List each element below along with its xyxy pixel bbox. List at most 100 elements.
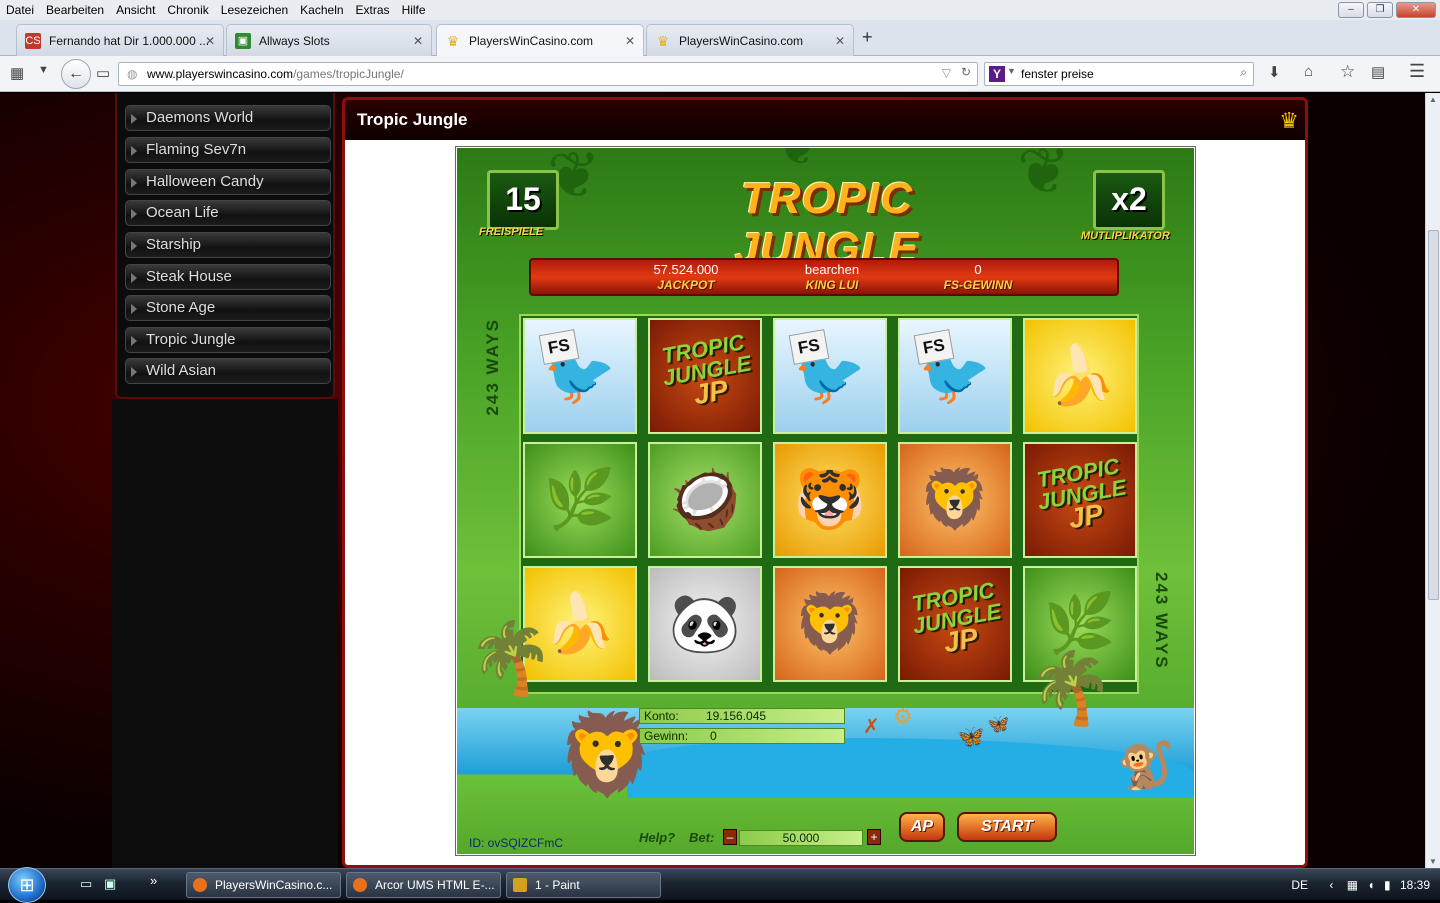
tiger-icon: 🐯 <box>793 467 867 532</box>
globe-icon: ◍ <box>127 67 138 81</box>
more-icon[interactable]: » <box>150 873 157 888</box>
slot-game[interactable]: ❦ ❦ ❦ 15 FREISPIELE x2 MUTLIPLIKATOR TRO… <box>457 148 1194 854</box>
reload-icon[interactable]: ↻ <box>961 65 971 79</box>
tab-close-icon[interactable]: ✕ <box>205 34 215 48</box>
scroll-down-icon[interactable]: ▼ <box>1429 857 1437 866</box>
autoplay-button[interactable]: AP <box>899 812 945 842</box>
tab-close-icon[interactable]: ✕ <box>835 34 845 48</box>
chevron-down-icon[interactable]: ▼ <box>38 64 49 76</box>
reading-list-icon[interactable]: ▤ <box>1371 63 1385 81</box>
language-indicator[interactable]: DE <box>1291 878 1308 892</box>
game-link-flaming-sev7n[interactable]: Flaming Sev7n <box>125 137 331 163</box>
scroll-up-icon[interactable]: ▲ <box>1429 95 1437 104</box>
game-link-halloween-candy[interactable]: Halloween Candy <box>125 169 331 195</box>
menu-chronik[interactable]: Chronik <box>161 3 214 17</box>
show-desktop-icon[interactable]: ▭ <box>80 876 92 892</box>
freespins-label: FREISPIELE <box>479 226 544 238</box>
reel-grid[interactable]: 🐦 FS TROPIC JUNGLE JP 🐦 FS 🐦 FS 🍌 🌿 🥥 🐯 🦁 TROPIC JUNGLE… <box>519 314 1139 694</box>
game-link-label: Wild Asian <box>146 362 217 379</box>
menu-hilfe[interactable]: Hilfe <box>396 3 432 17</box>
menu-lesezeichen[interactable]: Lesezeichen <box>215 3 294 17</box>
game-link-starship[interactable]: Starship <box>125 232 331 258</box>
maximize-button[interactable]: ❐ <box>1367 2 1393 18</box>
slot-icon: ▣ <box>235 32 251 49</box>
taskbar-paint[interactable]: 1 - Paint <box>506 872 661 898</box>
game-link-daemons-world[interactable]: Daemons World <box>125 105 331 131</box>
reel-symbol-jp: TROPIC JUNGLE JP <box>648 318 762 434</box>
tab-allways-slots[interactable]: ▣ Allways Slots ✕ <box>226 24 432 56</box>
game-link-ocean-life[interactable]: Ocean Life <box>125 200 331 226</box>
reel-symbol-banana: 🍌 <box>1023 318 1137 434</box>
clock[interactable]: 18:39 <box>1400 878 1430 892</box>
king-label: KING LUI <box>805 278 859 292</box>
minimize-button[interactable]: – <box>1338 2 1364 18</box>
menu-extras[interactable]: Extras <box>350 3 396 17</box>
game-title: Tropic Jungle <box>357 110 468 129</box>
yahoo-icon[interactable]: Y <box>989 66 1005 82</box>
freespin-tag: FS <box>913 329 955 365</box>
new-tab-plus-icon[interactable]: + <box>862 27 873 48</box>
left-column <box>112 399 338 868</box>
menu-ansicht[interactable]: Ansicht <box>110 3 161 17</box>
page-icon: ▭ <box>96 65 111 82</box>
menu-kacheln[interactable]: Kacheln <box>294 3 349 17</box>
tab-close-icon[interactable]: ✕ <box>625 34 635 48</box>
game-link-steak-house[interactable]: Steak House <box>125 264 331 290</box>
game-link-stone-age[interactable]: Stone Age <box>125 295 331 321</box>
game-link-tropic-jungle[interactable]: Tropic Jungle <box>125 327 331 353</box>
game-link-label: Tropic Jungle <box>146 331 236 348</box>
game-link-wild-asian[interactable]: Wild Asian <box>125 358 331 384</box>
reel-symbol-toucan: 🐦 FS <box>773 318 887 434</box>
jackpot-symbol-text: TROPIC JUNGLE JP <box>650 329 760 412</box>
tab-close-icon[interactable]: ✕ <box>413 34 423 48</box>
taskbar-firefox-casino[interactable]: PlayersWinCasino.c... <box>186 872 341 898</box>
scroll-thumb[interactable] <box>1428 230 1439 600</box>
download-icon[interactable]: ⬇ <box>1268 63 1281 81</box>
bookmark-star-icon[interactable]: ☆ <box>1340 62 1355 82</box>
multiplier-label: MUTLIPLIKATOR <box>1081 230 1170 242</box>
settings-gear-icon[interactable]: ⚙ <box>893 704 913 730</box>
close-button[interactable]: ✕ <box>1396 2 1436 18</box>
url-path: /games/tropicJungle/ <box>293 67 404 81</box>
balance-box: Konto: 19.156.045 Gewinn: 0 <box>639 708 845 746</box>
network-icon[interactable]: ▦ <box>1347 878 1358 892</box>
engine-dropdown-icon[interactable]: ▼ <box>1007 66 1016 76</box>
jackpot-symbol-text: TROPIC JUNGLE JP <box>900 577 1010 660</box>
tab-playerswincasino-active[interactable]: ♛ PlayersWinCasino.com ✕ <box>436 24 644 57</box>
search-input[interactable]: fenster preise <box>1021 67 1094 81</box>
menu-bearbeiten[interactable]: Bearbeiten <box>40 3 110 17</box>
volume-icon[interactable]: ◖ <box>1367 878 1374 892</box>
grid-icon[interactable]: ▦ <box>10 64 24 82</box>
menu-datei[interactable]: Datei <box>0 3 40 17</box>
switch-windows-icon[interactable]: ▣ <box>104 876 116 892</box>
arrow-right-icon <box>131 367 137 377</box>
tray-expand-icon[interactable]: ‹ <box>1329 878 1333 892</box>
dropdown-icon[interactable]: ▽ <box>942 66 951 80</box>
help-link[interactable]: Help? <box>639 830 675 845</box>
tab-playerswincasino[interactable]: ♛ PlayersWinCasino.com ✕ <box>646 24 854 56</box>
sound-off-icon[interactable]: ✗ <box>863 714 880 739</box>
lion-icon: 🦁 <box>793 591 867 656</box>
vertical-scrollbar[interactable]: ▲ ▼ <box>1425 93 1440 868</box>
game-link-label: Halloween Candy <box>146 173 264 190</box>
arrow-right-icon <box>131 114 137 124</box>
home-icon[interactable]: ⌂ <box>1304 63 1313 80</box>
power-icon[interactable]: ▮ <box>1384 878 1391 892</box>
back-button[interactable]: ← <box>61 59 91 89</box>
game-id: ID: ovSQIZCFmC <box>469 836 564 850</box>
search-icon[interactable]: ⌕ <box>1240 65 1247 80</box>
taskbar-firefox-arcor[interactable]: Arcor UMS HTML E-... <box>346 872 501 898</box>
menu-hamburger-icon[interactable]: ☰ <box>1409 61 1425 82</box>
url-bar[interactable]: ◍ www.playerswincasino.com/games/tropicJ… <box>118 62 978 86</box>
reel-symbol-lion: 🦁 <box>898 442 1012 558</box>
search-bar[interactable]: Y ▼ fenster preise ⌕ <box>984 62 1254 86</box>
navigation-bar: ▦ ▼ ← ▭ ◍ www.playerswincasino.com/games… <box>0 56 1440 92</box>
bet-plus-button[interactable]: + <box>867 829 881 845</box>
tab-label: PlayersWinCasino.com <box>679 33 804 48</box>
start-button[interactable]: ⊞ <box>8 867 46 903</box>
coconut-icon: 🥥 <box>668 467 742 532</box>
arrow-right-icon <box>131 241 137 251</box>
tab-fernando[interactable]: CS Fernando hat Dir 1.000.000 ... ✕ <box>16 24 224 56</box>
bet-minus-button[interactable]: – <box>723 829 737 845</box>
start-button[interactable]: START <box>957 812 1057 842</box>
